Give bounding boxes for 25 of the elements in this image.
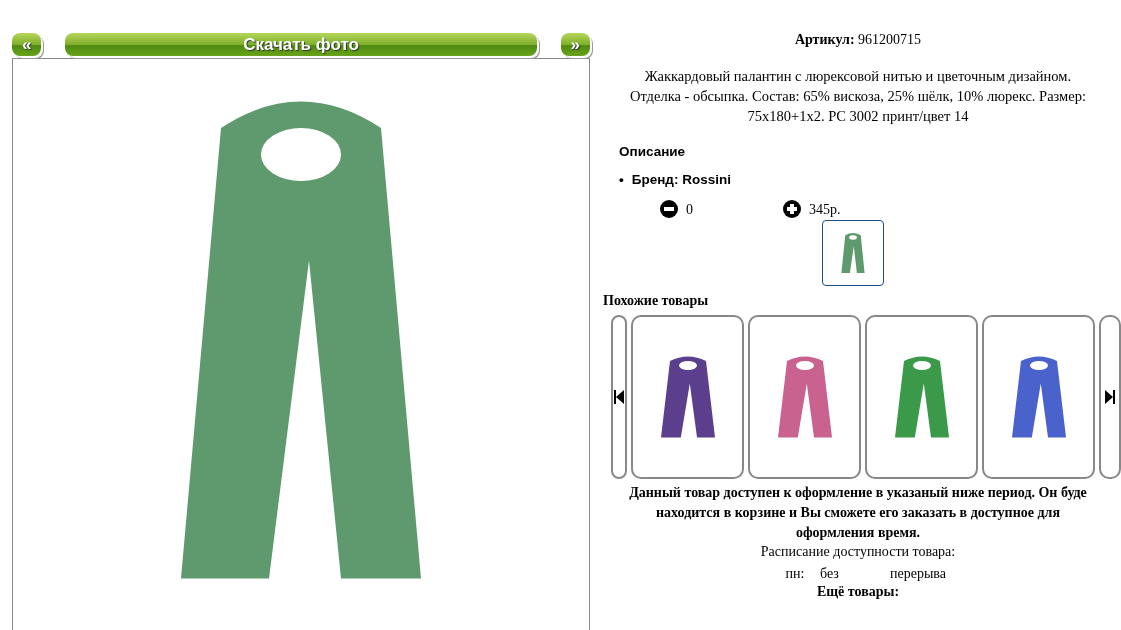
next-button[interactable] [1099, 314, 1121, 479]
previous-button[interactable] [611, 314, 627, 479]
minus-icon[interactable] [660, 200, 678, 218]
schedule-title: Расписание доступности товара: [759, 542, 957, 561]
product-thumbnail[interactable] [822, 219, 884, 286]
product-description: Жаккардовый палантин с люрексовой нитью и цветочным дизайном. Отделка - обсыпка. Состав: 65% вискоза, 25% шёлк, 10% люрекс. Размер: 75x180+1x2. PC 3002 принт/цвет 14 [628, 67, 1087, 126]
schedule-to: перерыва [890, 564, 946, 583]
sku-text: Артикул: 961200715 [793, 31, 923, 49]
download-photo-button[interactable]: Скачать фото [65, 33, 537, 56]
previous-photo-button[interactable]: « [12, 33, 42, 56]
availability-notice: находится в корзине и Вы сможете его заказать в доступное для оформления время. [655, 503, 1061, 542]
skip-forward-icon [1105, 389, 1115, 404]
bullet: • [619, 171, 624, 190]
availability-notice: Данный товар доступен к оформление в указаный ниже период. Он буде [628, 483, 1088, 502]
brand-attribute: Бренд: Rossini [631, 171, 731, 190]
similar-products-title: Похожие товары [603, 291, 710, 310]
more-products-title: Ещё товары: [815, 582, 901, 601]
section-title: Описание [619, 143, 687, 161]
next-photo-button[interactable]: » [560, 33, 590, 56]
plus-icon[interactable] [783, 200, 801, 218]
skip-back-icon [614, 389, 624, 404]
price-value: 345р. [809, 200, 841, 219]
schedule-from: без [820, 564, 840, 583]
schedule-day: пн: [770, 564, 820, 583]
quantity-value: 0 [686, 200, 693, 219]
